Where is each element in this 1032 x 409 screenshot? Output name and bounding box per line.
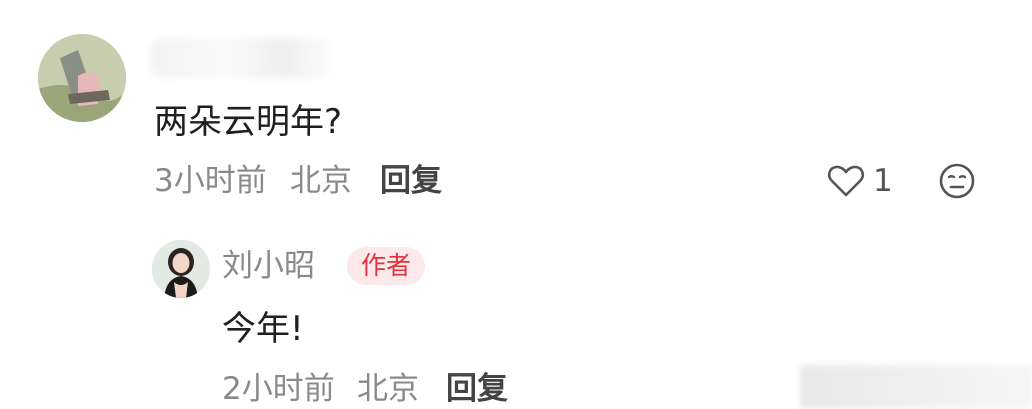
author-avatar-photo <box>152 240 210 298</box>
reply-location: 北京 <box>357 371 419 407</box>
author-username[interactable]: 刘小昭 <box>222 246 315 286</box>
heart-outline-icon[interactable] <box>826 161 866 201</box>
reply-time: 2小时前 <box>222 371 335 407</box>
author-badge: 作者 <box>347 247 426 285</box>
reply-text: 今年! <box>222 309 304 349</box>
comment-text: 两朵云明年? <box>154 102 343 142</box>
comment-time: 3小时前 <box>154 163 267 199</box>
reply-button[interactable]: 回复 <box>380 161 442 201</box>
avatar-photo <box>38 34 126 122</box>
avatar[interactable] <box>38 34 126 122</box>
meh-face-icon[interactable] <box>937 161 977 201</box>
comment-location: 北京 <box>290 163 352 199</box>
blurred-actions <box>800 365 1032 408</box>
username-blurred[interactable] <box>150 38 340 78</box>
author-avatar[interactable] <box>152 240 210 298</box>
reply-button[interactable]: 回复 <box>446 369 508 409</box>
like-count: 1 <box>873 163 893 199</box>
